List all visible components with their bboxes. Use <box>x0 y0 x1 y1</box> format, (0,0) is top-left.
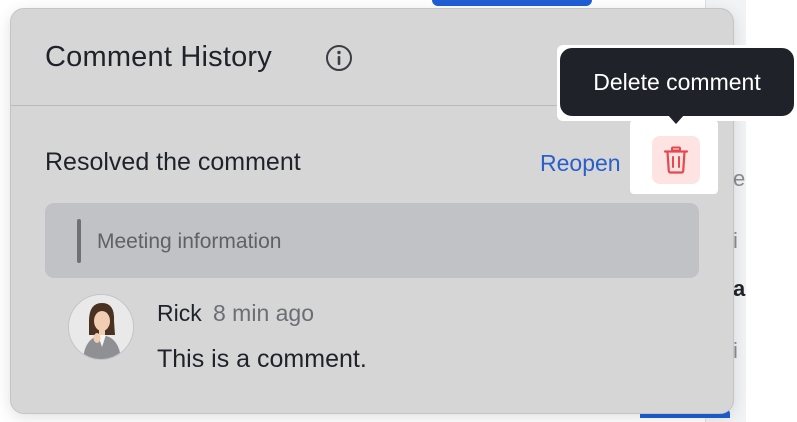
delete-comment-button[interactable] <box>652 136 700 184</box>
history-action-text: Resolved the comment <box>45 148 301 176</box>
tooltip-arrow <box>667 114 685 124</box>
tooltip-label: Delete comment <box>593 69 761 95</box>
reopen-button[interactable]: Reopen <box>540 150 621 177</box>
quoted-text: Meeting information <box>97 230 282 253</box>
avatar[interactable] <box>68 294 134 360</box>
comment-body: This is a comment. <box>157 345 367 373</box>
background-text-fragment: a <box>733 276 746 301</box>
background-button-edge <box>432 0 592 6</box>
quote-bar <box>77 219 81 263</box>
delete-tooltip: Delete comment <box>560 48 794 116</box>
comment-author: Rick <box>157 300 202 326</box>
panel-title: Comment History <box>45 41 272 73</box>
comment-timestamp: 8 min ago <box>213 300 315 326</box>
background-text-fragment: e <box>733 166 746 191</box>
trash-icon <box>663 146 689 174</box>
info-icon[interactable] <box>325 44 353 72</box>
quoted-text-block: Meeting information <box>45 203 699 278</box>
